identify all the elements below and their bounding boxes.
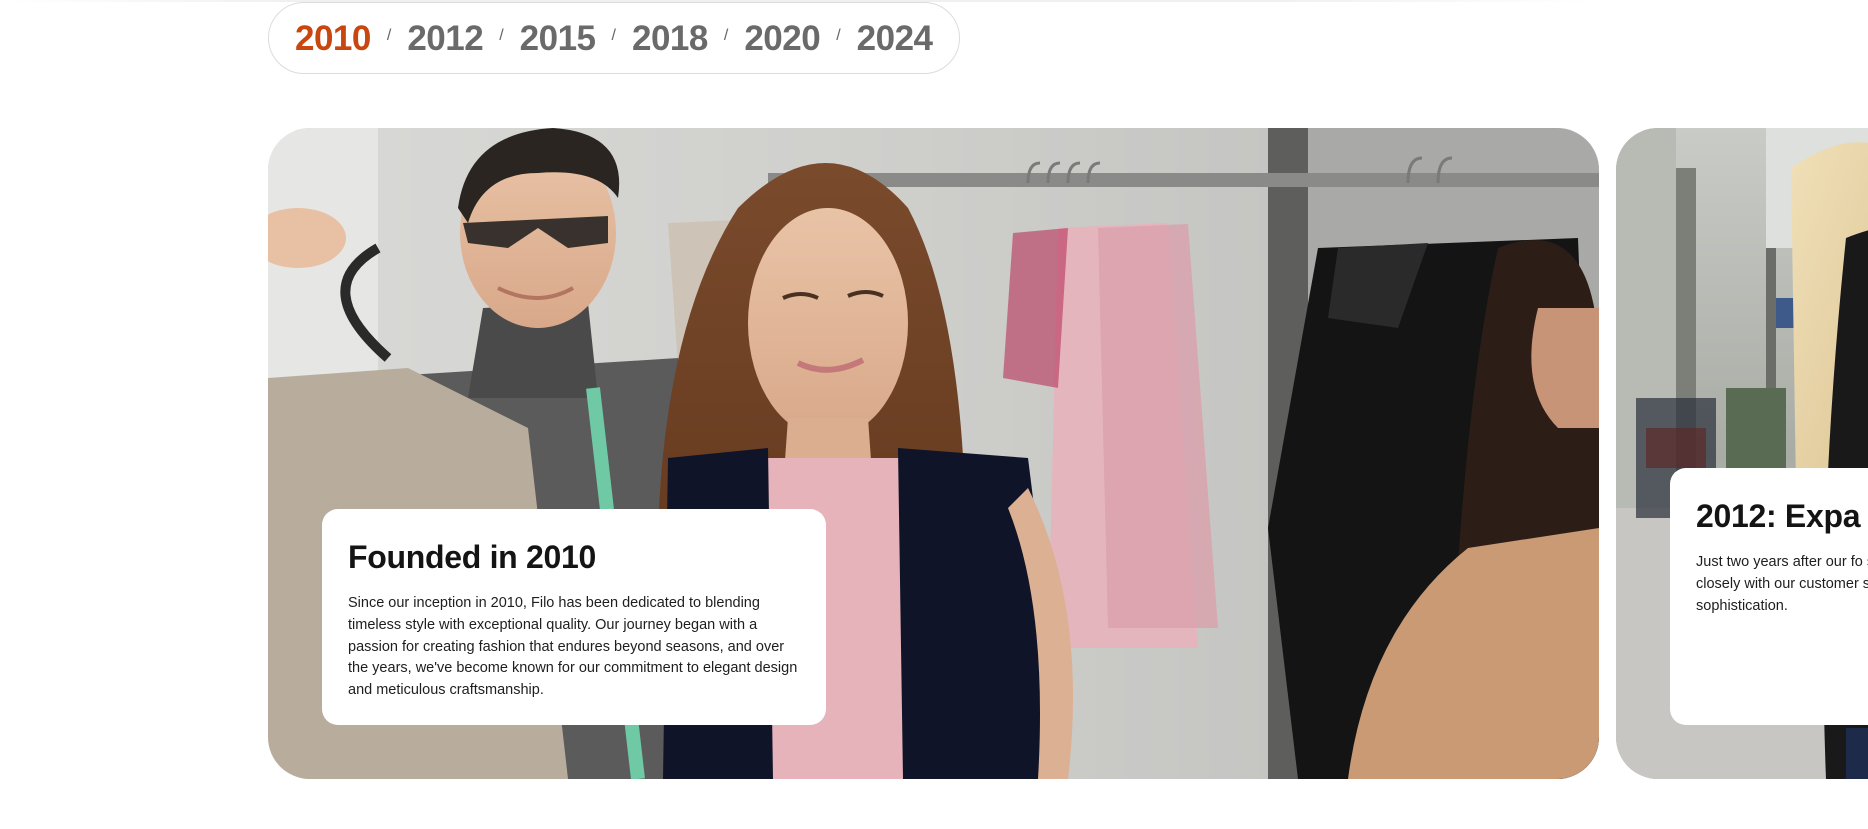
year-tab-2012[interactable]: 2012 xyxy=(407,21,483,56)
year-separator: / xyxy=(611,27,616,44)
slide-caption-card: Founded in 2010 Since our inception in 2… xyxy=(322,509,826,725)
year-tab-2010[interactable]: 2010 xyxy=(295,21,371,56)
year-tab-2024[interactable]: 2024 xyxy=(857,21,933,56)
year-separator: / xyxy=(723,27,729,44)
slide-caption-card: 2012: Expa Horizons Just two years after… xyxy=(1670,468,1868,725)
year-separator: / xyxy=(499,27,504,44)
year-separator: / xyxy=(836,27,841,44)
page: 2010 / 2012 / 2015 / 2018 / 2020 / 2024 xyxy=(0,0,1868,829)
year-tab-2015[interactable]: 2015 xyxy=(520,21,596,56)
slide-title: 2012: Expa Horizons xyxy=(1696,498,1868,534)
year-separator: / xyxy=(386,27,392,44)
timeline-slide-2012[interactable]: 2012: Expa Horizons Just two years after… xyxy=(1616,128,1868,779)
slide-title: Founded in 2010 xyxy=(348,539,596,575)
year-tab-2018[interactable]: 2018 xyxy=(632,21,708,56)
timeline-slide-2010[interactable]: Founded in 2010 Since our inception in 2… xyxy=(268,128,1599,779)
slide-description: Just two years after our fo store in New… xyxy=(1696,554,1868,614)
year-tab-2020[interactable]: 2020 xyxy=(744,21,820,56)
slide-description: Since our inception in 2010, Filo has be… xyxy=(348,595,798,699)
year-timeline-nav: 2010 / 2012 / 2015 / 2018 / 2020 / 2024 xyxy=(268,2,960,74)
